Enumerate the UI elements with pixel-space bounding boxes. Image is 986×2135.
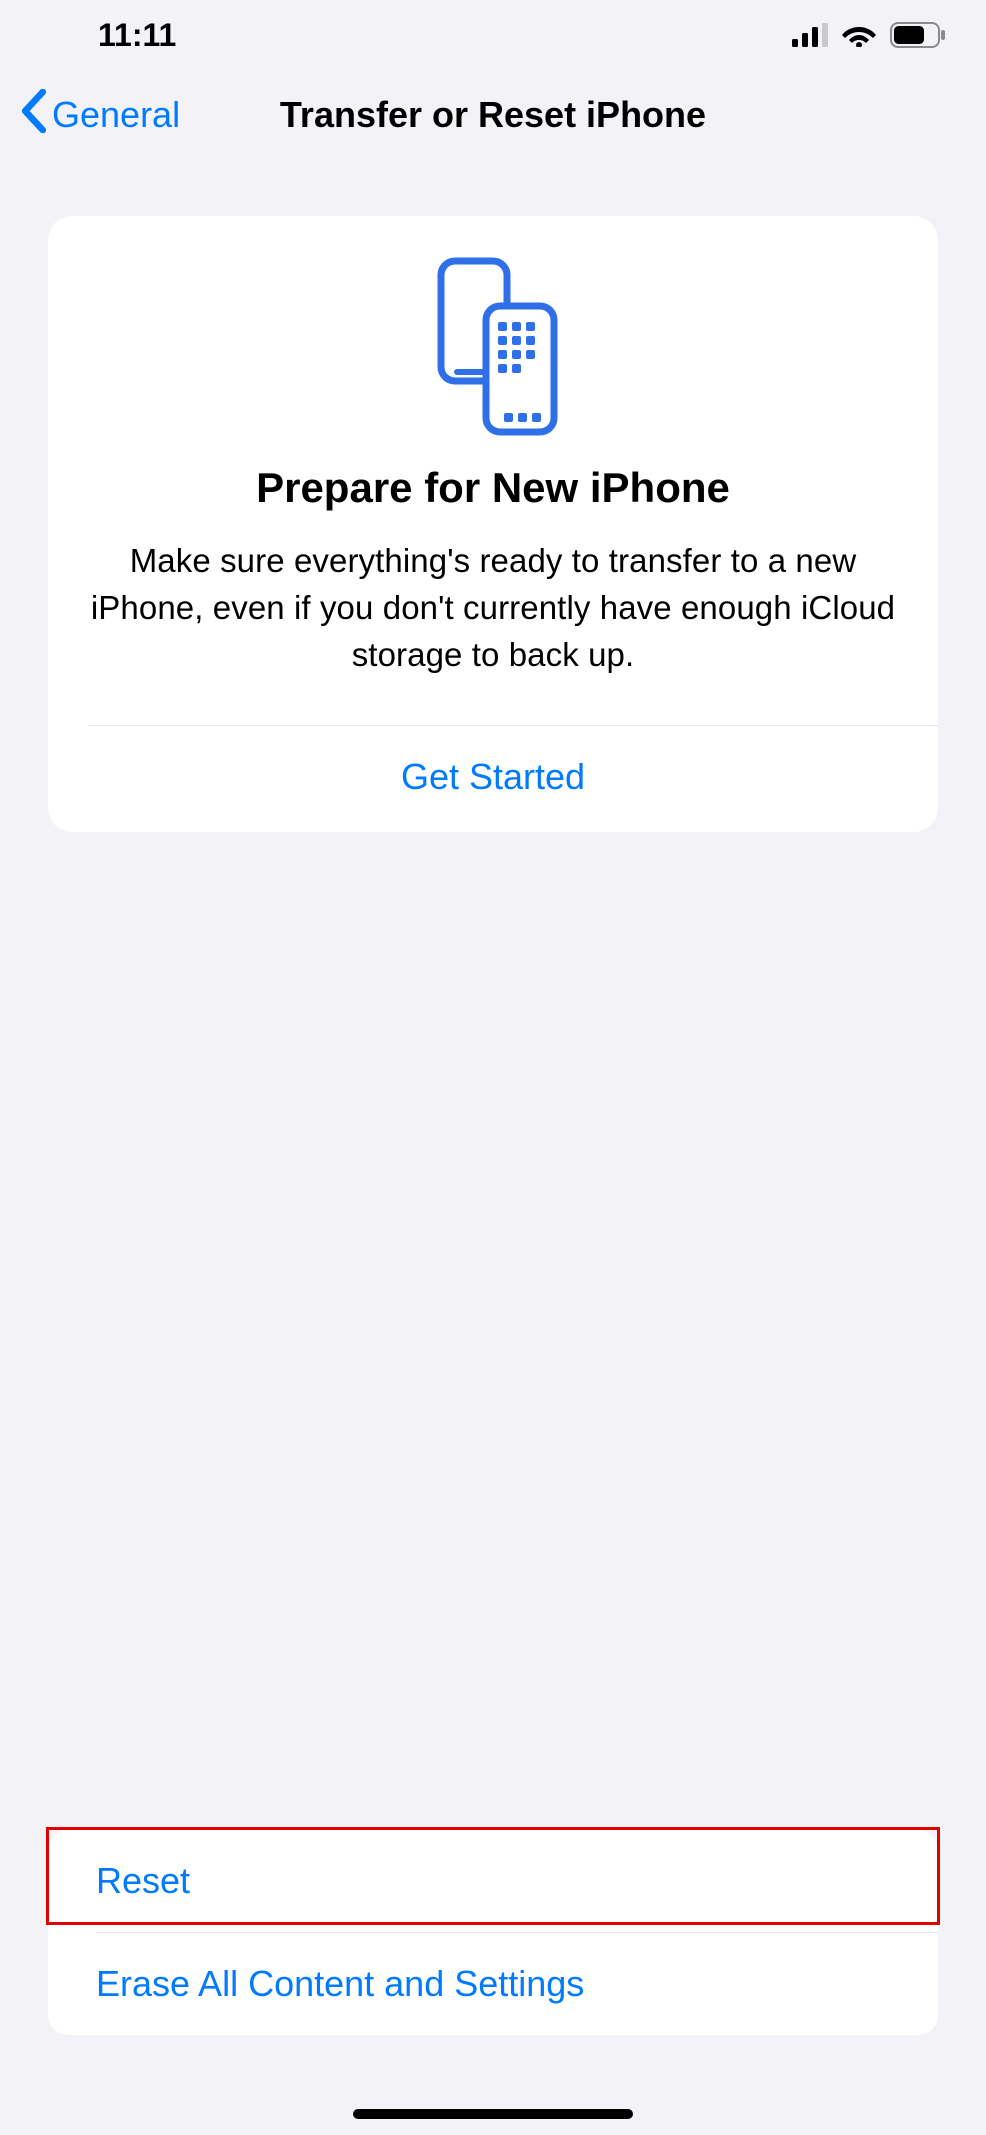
status-indicators: [792, 22, 946, 48]
prepare-card: Prepare for New iPhone Make sure everyth…: [48, 216, 938, 832]
cellular-icon: [792, 23, 828, 47]
wifi-icon: [842, 23, 876, 47]
back-button[interactable]: General: [20, 89, 180, 142]
reset-button[interactable]: Reset: [48, 1830, 938, 1932]
prepare-title: Prepare for New iPhone: [88, 464, 898, 512]
status-bar: 11:11: [0, 0, 986, 70]
options-list: Reset Erase All Content and Settings: [48, 1830, 938, 2035]
navigation-bar: General Transfer or Reset iPhone: [0, 70, 986, 160]
status-time: 11:11: [98, 17, 176, 54]
erase-all-button[interactable]: Erase All Content and Settings: [48, 1933, 938, 2035]
get-started-button[interactable]: Get Started: [48, 726, 938, 832]
battery-icon: [890, 22, 946, 48]
home-indicator: [353, 2109, 633, 2119]
chevron-left-icon: [20, 89, 48, 142]
page-title: Transfer or Reset iPhone: [280, 94, 706, 136]
back-label: General: [52, 94, 180, 136]
two-phones-icon: [428, 256, 558, 436]
prepare-description: Make sure everything's ready to transfer…: [88, 538, 898, 679]
